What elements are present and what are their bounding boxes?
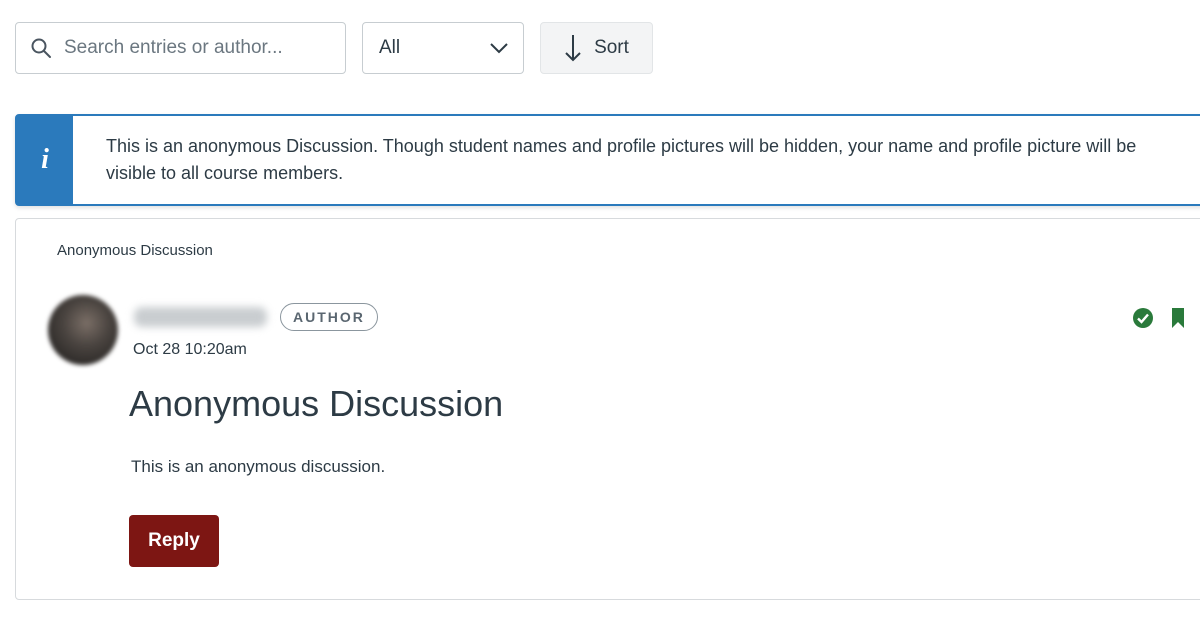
reply-button[interactable]: Reply xyxy=(129,515,219,567)
author-badge: AUTHOR xyxy=(280,303,378,331)
post-title: Anonymous Discussion xyxy=(129,383,504,424)
discussion-card: Anonymous Discussion AUTHOR Oct 28 10:20… xyxy=(15,218,1200,600)
arrow-down-icon xyxy=(565,35,581,62)
filter-select-value: All xyxy=(379,37,401,58)
post-date: Oct 28 10:20am xyxy=(133,341,247,358)
search-input[interactable] xyxy=(64,37,331,59)
alert-text: This is an anonymous Discussion. Though … xyxy=(106,136,1137,183)
discussion-label: Anonymous Discussion xyxy=(57,242,213,259)
chevron-down-icon xyxy=(490,43,508,54)
avatar xyxy=(48,295,118,365)
search-icon xyxy=(31,38,51,58)
check-circle-icon[interactable] xyxy=(1132,307,1154,329)
sort-label: Sort xyxy=(594,37,629,58)
alert-icon-box: i xyxy=(17,116,73,204)
filter-select[interactable]: All xyxy=(362,22,524,74)
info-icon: i xyxy=(41,144,49,175)
status-icons xyxy=(1132,307,1186,329)
anonymous-info-alert: i This is an anonymous Discussion. Thoug… xyxy=(15,114,1200,206)
discussion-toolbar: All Sort xyxy=(15,22,653,74)
sort-button[interactable]: Sort xyxy=(540,22,653,74)
author-name-redacted xyxy=(134,307,267,327)
search-box[interactable] xyxy=(15,22,346,74)
post-body: This is an anonymous discussion. xyxy=(131,457,386,476)
bookmark-icon[interactable] xyxy=(1170,307,1186,329)
